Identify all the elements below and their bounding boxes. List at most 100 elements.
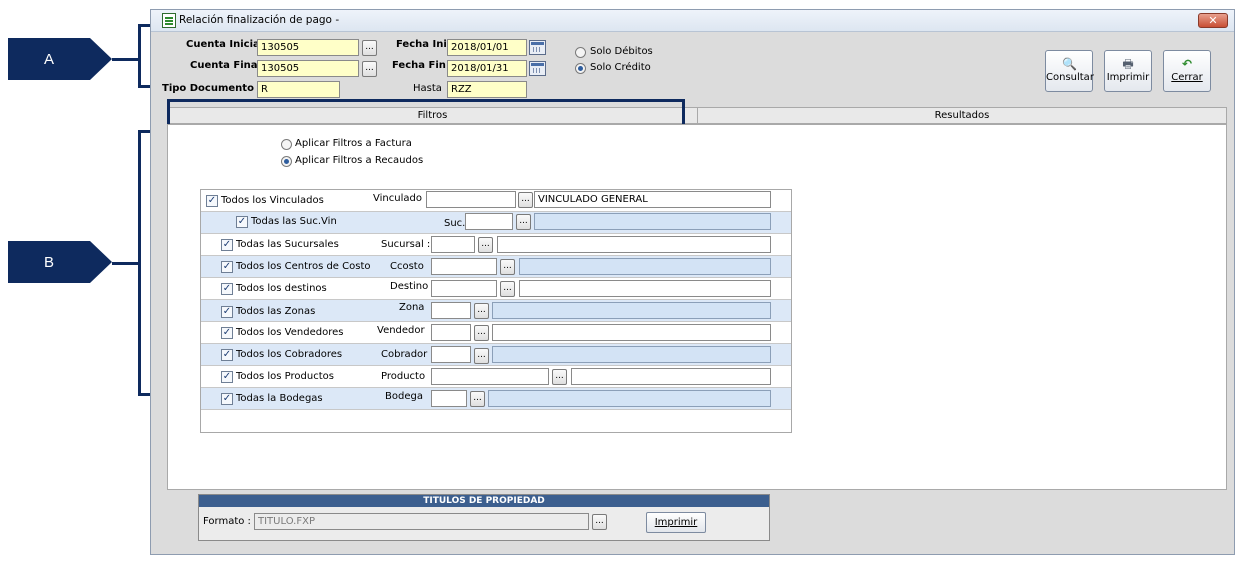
ccosto-checkbox[interactable]: ✓	[221, 261, 233, 273]
filter-row-productos: ✓ Todos los Productos Producto ...	[201, 366, 791, 388]
cobrador-desc-input[interactable]	[492, 346, 771, 363]
suc-field-label: Suc.	[444, 218, 466, 229]
window-title: Relación finalización de pago -	[179, 14, 340, 26]
ccosto-desc-input[interactable]	[519, 258, 771, 275]
destinos-checkbox[interactable]: ✓	[221, 283, 233, 295]
suc-lookup-button[interactable]: ...	[516, 214, 531, 230]
vendedor-field-label: Vendedor	[377, 325, 425, 336]
cuenta-final-input[interactable]: 130505	[257, 60, 359, 77]
close-icon[interactable]: ✕	[1198, 13, 1228, 28]
fecha-fin-calendar-icon[interactable]	[529, 61, 546, 76]
titulos-propiedad-frame: TITULOS DE PROPIEDAD Formato : TITULO.FX…	[198, 494, 770, 541]
vendedor-lookup-button[interactable]: ...	[474, 325, 489, 341]
sucursal-lookup-button[interactable]: ...	[478, 237, 493, 253]
destino-code-input[interactable]	[431, 280, 497, 297]
zona-code-input[interactable]	[431, 302, 471, 319]
producto-code-input[interactable]	[431, 368, 549, 385]
cobrador-lookup-button[interactable]: ...	[474, 348, 489, 364]
zonas-label: Todos las Zonas	[236, 306, 316, 317]
filter-row-sucursales: ✓ Todas las Sucursales Sucursal : ...	[201, 234, 791, 256]
destino-lookup-button[interactable]: ...	[500, 281, 515, 297]
fecha-fin-label: Fecha Fin :	[392, 60, 454, 71]
bodegas-checkbox[interactable]: ✓	[221, 393, 233, 405]
ccosto-field-label: Ccosto	[390, 261, 424, 272]
zonas-checkbox[interactable]: ✓	[221, 306, 233, 318]
tab-resultados[interactable]: Resultados	[698, 108, 1226, 123]
cerrar-button[interactable]: ↶ Cerrar	[1163, 50, 1211, 92]
printer-icon: 🖶	[1122, 57, 1134, 71]
zona-field-label: Zona	[399, 302, 425, 313]
cobradores-checkbox[interactable]: ✓	[221, 349, 233, 361]
ccosto-check-label: Todos los Centros de Costo	[236, 261, 371, 272]
vinculado-code-input[interactable]	[426, 191, 516, 208]
ccosto-lookup-button[interactable]: ...	[500, 259, 515, 275]
solo-credito-radio[interactable]	[575, 63, 586, 74]
aplicar-factura-label: Aplicar Filtros a Factura	[295, 138, 412, 149]
tipo-documento-input[interactable]: R	[257, 81, 340, 98]
zona-desc-input[interactable]	[492, 302, 771, 319]
cobrador-code-input[interactable]	[431, 346, 471, 363]
bodega-lookup-button[interactable]: ...	[470, 391, 485, 407]
destinos-label: Todos los destinos	[236, 283, 327, 294]
cuenta-inicial-input[interactable]: 130505	[257, 39, 359, 56]
callout-b: B	[8, 241, 112, 283]
vinculado-desc-input[interactable]: VINCULADO GENERAL	[534, 191, 771, 208]
sucursal-field-label: Sucursal :	[381, 239, 431, 250]
fecha-fin-input[interactable]: 2018/01/31	[447, 60, 527, 77]
callout-a: A	[8, 38, 112, 80]
suc-desc-input[interactable]	[534, 213, 771, 230]
suc-code-input[interactable]	[465, 213, 513, 230]
app-window: Relación finalización de pago - ✕ Cuenta…	[150, 9, 1235, 555]
solo-credito-label: Solo Crédito	[590, 62, 651, 73]
callout-a-connector	[112, 58, 140, 61]
destino-desc-input[interactable]	[519, 280, 771, 297]
cobradores-label: Todos los Cobradores	[236, 349, 343, 360]
sucursales-checkbox[interactable]: ✓	[221, 239, 233, 251]
filters-panel: Aplicar Filtros a Factura Aplicar Filtro…	[167, 124, 1227, 490]
ccosto-code-input[interactable]	[431, 258, 497, 275]
sucursal-desc-input[interactable]	[497, 236, 771, 253]
suc-vin-checkbox[interactable]: ✓	[236, 216, 248, 228]
sucursal-code-input[interactable]	[431, 236, 475, 253]
bodega-code-input[interactable]	[431, 390, 467, 407]
bodega-desc-input[interactable]	[488, 390, 771, 407]
vinculado-lookup-button[interactable]: ...	[518, 192, 533, 208]
filter-row-cobradores: ✓ Todos los Cobradores Cobrador ...	[201, 344, 791, 366]
productos-label: Todos los Productos	[236, 371, 334, 382]
magnifier-icon: 🔍	[1062, 57, 1077, 71]
cuenta-inicial-lookup-button[interactable]: ...	[362, 40, 377, 56]
imprimir-button[interactable]: 🖶 Imprimir	[1104, 50, 1152, 92]
fecha-ini-input[interactable]: 2018/01/01	[447, 39, 527, 56]
consultar-button[interactable]: 🔍 Consultar	[1045, 50, 1094, 92]
producto-field-label: Producto	[381, 371, 426, 382]
titulos-heading: TITULOS DE PROPIEDAD	[199, 495, 769, 507]
formato-input[interactable]: TITULO.FXP	[254, 513, 589, 530]
formato-label: Formato :	[203, 516, 251, 527]
filter-row-ccosto: ✓ Todos los Centros de Costo Ccosto ...	[201, 256, 791, 278]
vinculado-field-label: Vinculado	[373, 193, 422, 204]
producto-desc-input[interactable]	[571, 368, 771, 385]
solo-debitos-label: Solo Débitos	[590, 46, 653, 57]
producto-lookup-button[interactable]: ...	[552, 369, 567, 385]
vendedores-checkbox[interactable]: ✓	[221, 327, 233, 339]
hasta-input[interactable]: RZZ	[447, 81, 527, 98]
filters-grid: ✓ Todos los Vinculados Vinculado ... VIN…	[200, 189, 792, 433]
productos-checkbox[interactable]: ✓	[221, 371, 233, 383]
vendedor-code-input[interactable]	[431, 324, 471, 341]
filter-row-suc-vin: ✓ Todas las Suc.Vin Suc. ...	[201, 212, 791, 234]
aplicar-recaudos-radio[interactable]	[281, 156, 292, 167]
aplicar-recaudos-label: Aplicar Filtros a Recaudos	[295, 155, 424, 166]
vendedores-label: Todos los Vendedores	[236, 327, 344, 338]
solo-debitos-radio[interactable]	[575, 47, 586, 58]
zona-lookup-button[interactable]: ...	[474, 303, 489, 319]
cobrador-field-label: Cobrador	[381, 349, 428, 360]
app-icon	[162, 13, 176, 28]
cuenta-final-lookup-button[interactable]: ...	[362, 61, 377, 77]
titulos-imprimir-button[interactable]: Imprimir	[646, 512, 706, 533]
vendedor-desc-input[interactable]	[492, 324, 771, 341]
aplicar-factura-radio[interactable]	[281, 139, 292, 150]
vinculados-checkbox[interactable]: ✓	[206, 195, 218, 207]
fecha-ini-calendar-icon[interactable]	[529, 40, 546, 55]
bodega-field-label: Bodega	[385, 391, 423, 402]
formato-lookup-button[interactable]: ...	[592, 514, 607, 530]
